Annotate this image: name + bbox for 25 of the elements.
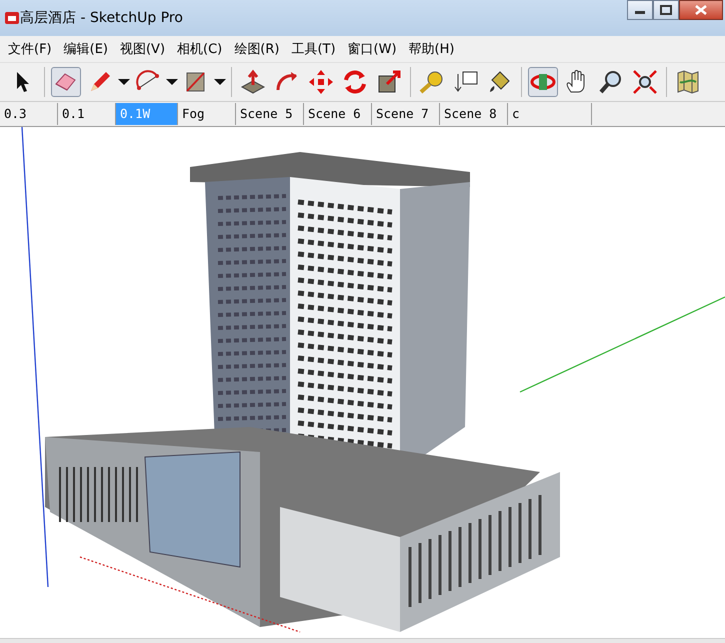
caret-icon	[166, 78, 178, 86]
menu-item[interactable]: 绘图(R)	[228, 40, 286, 58]
menu-item[interactable]: 工具(T)	[285, 40, 342, 58]
rotate-icon	[341, 68, 369, 96]
menu-item[interactable]: 文件(F)	[2, 40, 58, 58]
menu-item[interactable]: 视图(V)	[114, 40, 172, 58]
caret-icon	[118, 78, 130, 86]
menu-item[interactable]: 相机(C)	[171, 40, 228, 58]
close-icon	[695, 5, 707, 15]
eraser-tool-button[interactable]	[51, 67, 81, 97]
window-title: 高层酒店 - SketchUp Pro	[20, 9, 184, 27]
menu-item[interactable]: 编辑(E)	[58, 40, 114, 58]
minimize-button[interactable]	[627, 0, 653, 20]
menu-item[interactable]: 窗口(W)	[342, 40, 403, 58]
maximize-button[interactable]	[653, 0, 679, 20]
close-button[interactable]	[679, 0, 723, 20]
maximize-icon	[660, 5, 672, 15]
building-model-drawing[interactable]	[45, 152, 560, 632]
menu-item[interactable]: 帮助(H)	[402, 40, 460, 58]
app-logo-icon	[4, 10, 20, 26]
caret-icon	[214, 78, 226, 86]
push-pull-icon	[239, 68, 267, 96]
orbit-tool-button[interactable]	[528, 67, 558, 97]
zoom-extents-icon	[631, 68, 659, 96]
move-icon	[307, 68, 335, 96]
